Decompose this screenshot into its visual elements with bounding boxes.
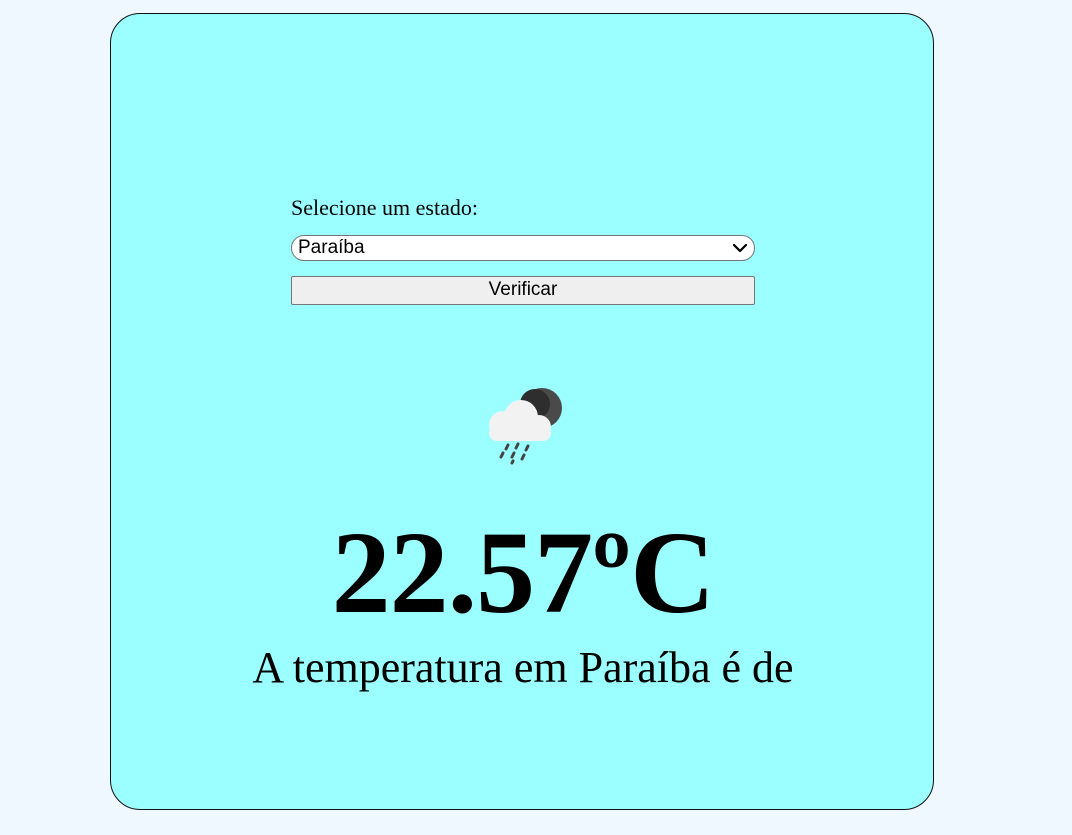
state-select[interactable]: Paraíba [291, 235, 755, 261]
state-select-value: Paraíba [298, 237, 365, 258]
weather-card: Selecione um estado: Paraíba Verificar 2… [110, 13, 934, 810]
cloud-moon-rain-icon [489, 388, 562, 465]
verify-button[interactable]: Verificar [291, 276, 755, 305]
chevron-down-icon [732, 243, 748, 253]
state-label: Selecione um estado: [291, 195, 478, 220]
state-form: Selecione um estado: Paraíba Verificar [291, 195, 755, 305]
temperature-value: 22.57ºC [331, 507, 716, 638]
temperature-description: A temperatura em Paraíba é de [252, 643, 794, 692]
